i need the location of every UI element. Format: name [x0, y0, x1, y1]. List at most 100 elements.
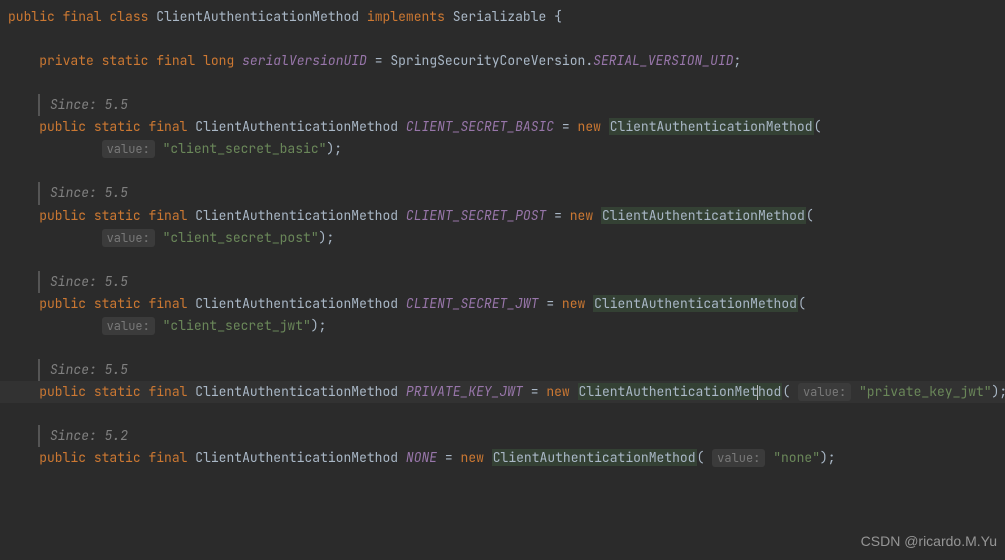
- equals: =: [539, 295, 562, 312]
- code-line[interactable]: public static final ClientAuthentication…: [0, 205, 1005, 227]
- javadoc-block: Since: 5.5: [38, 271, 1005, 293]
- brace-open: {: [546, 8, 562, 25]
- keyword-public: public: [39, 295, 86, 312]
- paren-open: (: [798, 295, 806, 312]
- constructor-call: ClientAuthenticationMethod: [593, 295, 798, 312]
- code-line[interactable]: value: "client_secret_basic");: [0, 138, 1005, 160]
- type-ref: ClientAuthenticationMethod: [195, 449, 398, 466]
- close-semi: );: [326, 140, 342, 157]
- equals: =: [523, 383, 546, 400]
- equals: =: [546, 207, 569, 224]
- javadoc-block: Since: 5.5: [38, 94, 1005, 116]
- keyword-new: new: [570, 207, 593, 224]
- constructor-call: ClientAuthenticationMethod: [601, 207, 806, 224]
- keyword-new: new: [461, 449, 484, 466]
- text-caret: [757, 385, 758, 400]
- code-line[interactable]: public static final ClientAuthentication…: [0, 447, 1005, 469]
- keyword-final: final: [156, 52, 195, 69]
- blank-line: [0, 28, 1005, 50]
- paren-open: (: [814, 118, 822, 135]
- field-name: NONE: [406, 449, 437, 466]
- string-literal: "client_secret_post": [163, 229, 319, 246]
- keyword-final: final: [148, 118, 187, 135]
- code-line[interactable]: public final class ClientAuthenticationM…: [0, 6, 1005, 28]
- keyword-public: public: [39, 383, 86, 400]
- keyword-public: public: [39, 118, 86, 135]
- keyword-static: static: [94, 118, 141, 135]
- keyword-final: final: [148, 207, 187, 224]
- string-literal: "none": [773, 449, 820, 466]
- type-ref: ClientAuthenticationMethod: [195, 118, 398, 135]
- qualifier: SpringSecurityCoreVersion: [390, 52, 585, 69]
- keyword-public: public: [39, 207, 86, 224]
- field-name: CLIENT_SECRET_JWT: [406, 295, 539, 312]
- keyword-public: public: [8, 8, 55, 25]
- javadoc-block: Since: 5.5: [38, 182, 1005, 204]
- keyword-private: private: [39, 52, 94, 69]
- constructor-call: ClientAuthenticationMethod: [578, 383, 783, 400]
- param-hint: value:: [798, 383, 851, 401]
- equals: =: [437, 449, 460, 466]
- paren-open: (: [782, 383, 790, 400]
- blank-line: [0, 72, 1005, 94]
- type-ref: ClientAuthenticationMethod: [195, 207, 398, 224]
- code-line[interactable]: public static final ClientAuthentication…: [0, 116, 1005, 138]
- keyword-final: final: [148, 295, 187, 312]
- param-hint: value:: [102, 229, 155, 247]
- javadoc-since: Since: 5.5: [50, 96, 128, 113]
- javadoc-block: Since: 5.2: [38, 425, 1005, 447]
- keyword-new: new: [578, 118, 601, 135]
- keyword-new: new: [562, 295, 585, 312]
- paren-open: (: [697, 449, 705, 466]
- keyword-implements: implements: [367, 8, 445, 25]
- field-serialVersionUID: serialVersionUID: [242, 52, 367, 69]
- field-name: CLIENT_SECRET_BASIC: [406, 118, 554, 135]
- const-ref: SERIAL_VERSION_UID: [593, 52, 733, 69]
- keyword-new: new: [546, 383, 569, 400]
- keyword-final: final: [63, 8, 102, 25]
- close-semi: );: [820, 449, 836, 466]
- javadoc-block: Since: 5.5: [38, 359, 1005, 381]
- code-line[interactable]: value: "client_secret_post");: [0, 227, 1005, 249]
- param-hint: value:: [102, 140, 155, 158]
- field-name: PRIVATE_KEY_JWT: [406, 383, 523, 400]
- blank-line: [0, 249, 1005, 271]
- code-line-active[interactable]: public static final ClientAuthentication…: [0, 381, 1005, 403]
- type-ref: ClientAuthenticationMethod: [195, 383, 398, 400]
- code-line[interactable]: value: "client_secret_jwt");: [0, 315, 1005, 337]
- close-semi: );: [311, 317, 327, 334]
- javadoc-since: Since: 5.2: [50, 427, 128, 444]
- semicolon: ;: [734, 52, 742, 69]
- blank-line: [0, 403, 1005, 425]
- keyword-static: static: [94, 295, 141, 312]
- field-name: CLIENT_SECRET_POST: [406, 207, 546, 224]
- keyword-static: static: [94, 449, 141, 466]
- string-literal: "client_secret_basic": [163, 140, 327, 157]
- javadoc-since: Since: 5.5: [50, 184, 128, 201]
- blank-line: [0, 160, 1005, 182]
- keyword-long: long: [203, 52, 234, 69]
- equals: =: [554, 118, 577, 135]
- keyword-static: static: [102, 52, 149, 69]
- keyword-final: final: [148, 449, 187, 466]
- watermark-text: CSDN @ricardo.M.Yu: [861, 530, 997, 554]
- javadoc-since: Since: 5.5: [50, 273, 128, 290]
- close-semi: );: [992, 383, 1005, 400]
- paren-open: (: [806, 207, 814, 224]
- string-literal: "private_key_jwt": [859, 383, 992, 400]
- constructor-call: ClientAuthenticationMethod: [492, 449, 697, 466]
- keyword-static: static: [94, 207, 141, 224]
- keyword-class: class: [109, 8, 148, 25]
- code-line[interactable]: private static final long serialVersionU…: [0, 50, 1005, 72]
- string-literal: "client_secret_jwt": [163, 317, 311, 334]
- interface-name: Serializable: [453, 8, 547, 25]
- close-semi: );: [319, 229, 335, 246]
- dot: .: [585, 52, 593, 69]
- javadoc-since: Since: 5.5: [50, 361, 128, 378]
- keyword-final: final: [148, 383, 187, 400]
- class-name: ClientAuthenticationMethod: [156, 8, 359, 25]
- param-hint: value:: [712, 449, 765, 467]
- code-line[interactable]: public static final ClientAuthentication…: [0, 293, 1005, 315]
- keyword-static: static: [94, 383, 141, 400]
- blank-line: [0, 337, 1005, 359]
